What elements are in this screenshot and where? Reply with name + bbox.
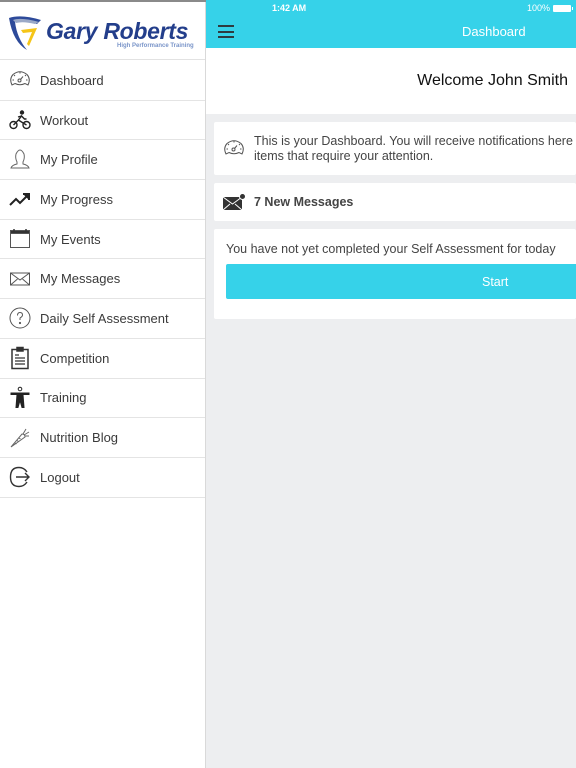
welcome-banner: Welcome John Smith [206,48,576,114]
sidebar-item-daily-self-assessment[interactable]: Daily Self Assessment [0,299,205,339]
status-time: 1:42 AM [272,3,307,13]
sidebar-item-workout[interactable]: Workout [0,101,205,141]
sidebar: Gary Roberts High Performance Training D… [0,0,206,768]
sidebar-item-label: My Profile [40,152,98,168]
top-header: 1:42 AM 100% Dashboard [206,0,576,48]
sidebar-item-label: My Messages [40,271,121,287]
hamburger-icon[interactable] [218,25,234,38]
speedometer-icon [0,61,40,100]
new-messages-card[interactable]: 7 New Messages [214,183,576,221]
speedometer-icon [224,140,244,155]
clipboard-icon [0,339,40,378]
cyclist-icon [0,101,40,140]
sidebar-item-label: My Events [40,231,101,247]
brand-logo: Gary Roberts High Performance Training [0,2,205,60]
battery-percentage: 100% [526,3,550,13]
battery-icon [553,5,573,12]
sidebar-item-my-progress[interactable]: My Progress [0,180,205,220]
sidebar-item-dashboard[interactable]: Dashboard [0,61,205,101]
sidebar-item-my-events[interactable]: My Events [0,220,205,260]
sidebar-item-label: Nutrition Blog [40,430,119,446]
logout-icon [0,458,40,497]
logo-shield-icon [9,16,41,50]
self-assessment-card: You have not yet completed your Self Ass… [214,229,576,319]
sidebar-item-logout[interactable]: Logout [0,458,205,498]
dashboard-info-card: This is your Dashboard. You will receive… [214,122,576,175]
sidebar-item-label: Competition [40,350,110,366]
self-assessment-text: You have not yet completed your Self Ass… [226,242,556,256]
page-title: Dashboard [462,24,526,39]
start-button-label: Start [482,275,509,289]
sidebar-item-my-profile[interactable]: My Profile [0,140,205,181]
start-button[interactable]: Start [226,264,576,299]
sidebar-item-label: Workout [40,112,89,128]
sidebar-item-my-messages[interactable]: My Messages [0,259,205,300]
welcome-text: Welcome John Smith [417,72,568,89]
person-icon [0,379,40,418]
sidebar-item-label: Logout [40,469,80,485]
carrot-icon [0,418,40,457]
info-text: This is your Dashboard. You will receive… [254,134,576,164]
new-messages-text: 7 New Messages [254,195,354,209]
question-circle-icon [0,299,40,338]
brand-name: Gary Roberts [46,18,189,44]
trend-up-icon [0,180,40,219]
sidebar-item-label: Training [40,390,87,406]
sidebar-item-nutrition-blog[interactable]: Nutrition Blog [0,418,205,458]
calendar-icon [0,220,40,259]
sidebar-item-competition[interactable]: Competition [0,339,205,379]
sidebar-item-training[interactable]: Training [0,379,205,419]
envelope-icon [0,259,40,298]
sidebar-item-label: My Progress [40,191,113,207]
info-text-line-2: items that require your attention. [254,149,434,163]
info-text-line-1: This is your Dashboard. You will receive… [254,134,576,148]
user-icon [0,140,40,179]
app-root: Gary Roberts High Performance Training D… [0,0,576,768]
sidebar-menu: Dashboard Workout My Profile My Progress [0,61,205,498]
sidebar-item-label: Daily Self Assessment [40,310,169,326]
sidebar-item-label: Dashboard [40,72,104,88]
brand-tagline: High Performance Training [117,43,194,49]
envelope-notification-icon [222,193,246,211]
